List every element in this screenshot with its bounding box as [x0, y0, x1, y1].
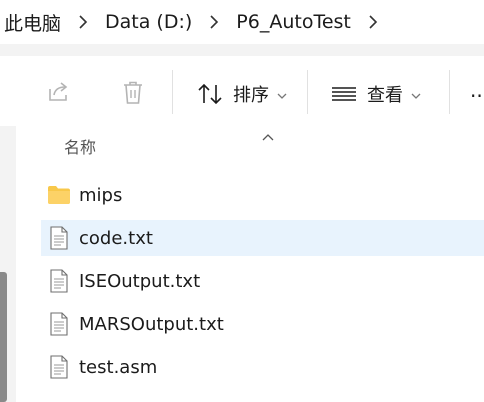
list-item[interactable]: test.asm: [41, 349, 484, 385]
more-dots-label: ...: [470, 78, 484, 102]
text-file-icon: [47, 225, 71, 251]
list-item[interactable]: code.txt: [41, 220, 484, 256]
folder-icon: [47, 182, 71, 208]
share-icon: [46, 80, 72, 104]
toolbar-separator: [307, 70, 308, 114]
file-name: code.txt: [79, 227, 153, 249]
file-list: 名称 mips code.txt ISEOutput.txt MARSOutpu…: [16, 126, 484, 402]
chevron-right-icon[interactable]: [63, 14, 103, 30]
file-name: test.asm: [79, 356, 158, 378]
sort-ascending-icon: [261, 127, 275, 146]
list-item[interactable]: MARSOutput.txt: [41, 306, 484, 342]
view-button[interactable]: 查看: [331, 81, 421, 107]
chevron-right-icon[interactable]: [353, 14, 393, 30]
trash-icon: [121, 80, 145, 106]
file-name: ISEOutput.txt: [79, 270, 201, 292]
command-bar: 排序 查看 ...: [0, 56, 484, 126]
text-file-icon: [47, 354, 71, 380]
chevron-right-icon[interactable]: [194, 14, 234, 30]
list-item[interactable]: ISEOutput.txt: [41, 263, 484, 299]
toolbar-separator: [172, 70, 173, 114]
breadcrumb-p6-autotest[interactable]: P6_AutoTest: [234, 11, 353, 33]
view-label: 查看: [367, 85, 403, 106]
column-header-name[interactable]: 名称: [64, 134, 96, 158]
navigation-scrollbar[interactable]: [0, 272, 7, 402]
sort-button[interactable]: 排序: [197, 81, 287, 107]
chevron-down-icon: [411, 85, 421, 104]
delete-button[interactable]: [121, 80, 145, 106]
share-button[interactable]: [46, 80, 72, 104]
address-bar[interactable]: 此电脑 Data (D:) P6_AutoTest: [0, 0, 484, 44]
toolbar-separator: [449, 70, 450, 114]
breadcrumb-data-drive[interactable]: Data (D:): [103, 11, 194, 33]
more-options-button[interactable]: ...: [470, 78, 484, 102]
list-item[interactable]: mips: [41, 177, 484, 213]
view-lines-icon: [331, 82, 357, 106]
sort-label: 排序: [233, 85, 269, 106]
address-toolbar-gap: [0, 44, 484, 56]
text-file-icon: [47, 311, 71, 337]
file-name: MARSOutput.txt: [79, 313, 224, 335]
file-name: mips: [79, 184, 123, 206]
chevron-down-icon: [277, 85, 287, 104]
sort-arrows-icon: [197, 82, 223, 106]
text-file-icon: [47, 268, 71, 294]
breadcrumb-this-pc[interactable]: 此电脑: [2, 9, 63, 36]
